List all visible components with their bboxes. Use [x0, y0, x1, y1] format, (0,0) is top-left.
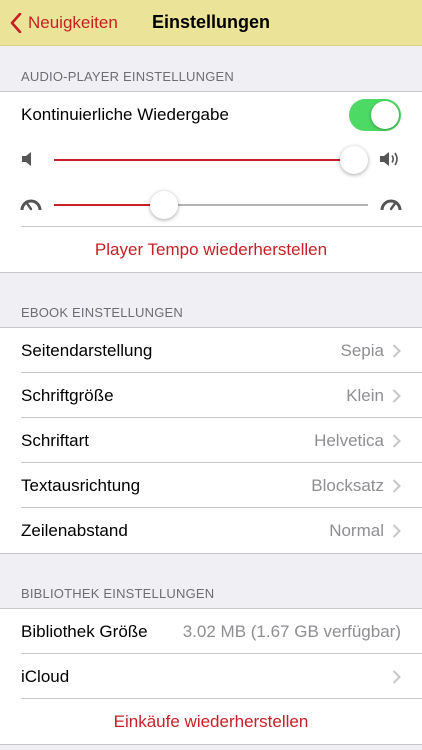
continuous-playback-toggle[interactable] [349, 99, 401, 131]
volume-slider-row [0, 137, 422, 182]
tempo-slider-row [0, 182, 422, 227]
section-header-ebook: EBOOK EINSTELLUNGEN [21, 305, 184, 320]
ebook-row-label: Seitendarstellung [21, 340, 153, 360]
icloud-row[interactable]: iCloud [0, 654, 422, 699]
ebook-row-value: Blocksatz [311, 475, 384, 495]
continuous-playback-row: Kontinuierliche Wiedergabe [0, 92, 422, 137]
speed-fast-icon [380, 199, 402, 211]
chevron-left-icon [10, 13, 22, 33]
library-settings-group: Bibliothek Größe 3.02 MB (1.67 GB verfüg… [0, 608, 422, 745]
ebook-row-value: Helvetica [314, 430, 384, 450]
toggle-knob [371, 101, 399, 129]
chevron-right-icon [392, 478, 401, 493]
volume-low-icon [22, 152, 31, 166]
audio-settings-group: Kontinuierliche Wiedergabe Player Tempo … [0, 91, 422, 273]
library-size-row: Bibliothek Größe 3.02 MB (1.67 GB verfüg… [0, 609, 422, 654]
chevron-right-icon [392, 669, 401, 684]
section-header-audio: AUDIO-PLAYER EINSTELLUNGEN [21, 69, 235, 84]
icloud-label: iCloud [21, 666, 70, 686]
ebook-settings-group: Seitendarstellung Sepia Schriftgröße Kle… [0, 327, 422, 554]
ebook-row-font[interactable]: Schriftart Helvetica [0, 418, 422, 463]
tempo-slider-fill [54, 204, 164, 206]
tempo-slider[interactable] [54, 191, 368, 219]
ebook-row-value: Sepia [340, 340, 384, 360]
reset-tempo-button[interactable]: Player Tempo wiederherstellen [0, 227, 422, 272]
chevron-right-icon [392, 343, 401, 358]
library-size-label: Bibliothek Größe [21, 621, 148, 641]
volume-high-icon [380, 152, 398, 166]
ebook-row-text-alignment[interactable]: Textausrichtung Blocksatz [0, 463, 422, 508]
volume-slider-fill [54, 159, 354, 161]
chevron-right-icon [392, 388, 401, 403]
restore-purchases-label: Einkäufe wiederherstellen [113, 711, 309, 731]
ebook-row-label: Textausrichtung [21, 475, 141, 495]
ebook-row-label: Schriftgröße [21, 385, 114, 405]
ebook-row-value: Klein [346, 385, 384, 405]
volume-slider[interactable] [54, 146, 368, 174]
library-size-value: 3.02 MB (1.67 GB verfügbar) [182, 621, 401, 641]
ebook-row-label: Schriftart [21, 430, 90, 450]
ebook-row-font-size[interactable]: Schriftgröße Klein [0, 373, 422, 418]
ebook-row-line-spacing[interactable]: Zeilenabstand Normal [0, 508, 422, 553]
chevron-right-icon [392, 523, 401, 538]
section-header-library: BIBLIOTHEK EINSTELLUNGEN [21, 586, 215, 601]
ebook-row-label: Zeilenabstand [21, 520, 128, 540]
chevron-right-icon [392, 433, 401, 448]
back-button[interactable]: Neuigkeiten [10, 9, 118, 37]
back-button-label: Neuigkeiten [28, 13, 118, 32]
navigation-bar: Neuigkeiten Einstellungen [0, 0, 422, 46]
ebook-row-page-display[interactable]: Seitendarstellung Sepia [0, 328, 422, 373]
ebook-row-value: Normal [329, 520, 384, 540]
tempo-slider-thumb[interactable] [149, 191, 178, 219]
restore-purchases-button[interactable]: Einkäufe wiederherstellen [0, 699, 422, 744]
continuous-playback-label: Kontinuierliche Wiedergabe [21, 104, 229, 124]
speed-slow-icon [20, 199, 42, 211]
reset-tempo-label: Player Tempo wiederherstellen [94, 239, 328, 259]
volume-slider-thumb[interactable] [339, 146, 368, 174]
